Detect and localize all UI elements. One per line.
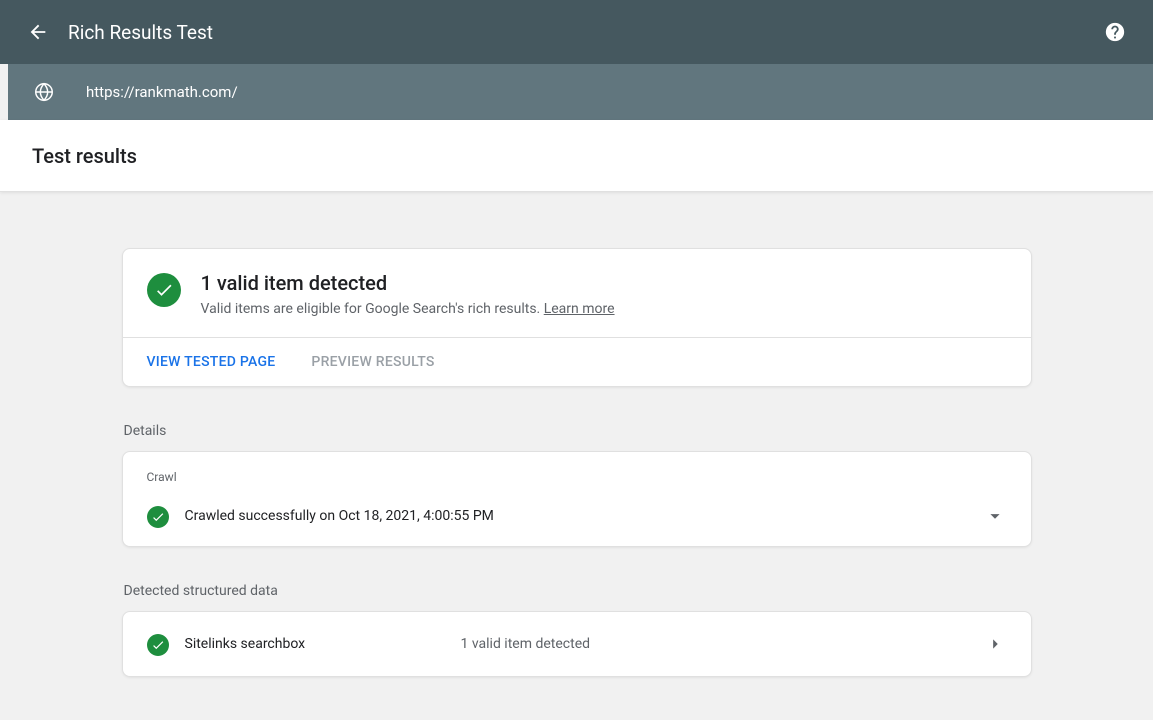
learn-more-link[interactable]: Learn more [544, 301, 615, 317]
crawl-status: Crawled successfully on Oct 18, 2021, 4:… [185, 508, 967, 524]
app-title: Rich Results Test [68, 21, 1095, 44]
help-icon [1104, 21, 1126, 43]
crawl-row[interactable]: Crawled successfully on Oct 18, 2021, 4:… [147, 504, 1007, 528]
check-circle-icon [147, 273, 181, 307]
url-input[interactable] [86, 83, 1133, 101]
tab-test-results[interactable]: Test results [32, 144, 137, 168]
detected-card: Sitelinks searchbox 1 valid item detecte… [122, 611, 1032, 677]
detected-item-name: Sitelinks searchbox [185, 636, 445, 652]
summary-title: 1 valid item detected [201, 271, 615, 295]
arrow-back-icon [27, 21, 49, 43]
view-tested-page-button[interactable]: VIEW TESTED PAGE [147, 354, 276, 370]
summary-actions: VIEW TESTED PAGE PREVIEW RESULTS [123, 337, 1031, 386]
open-button[interactable] [983, 632, 1007, 656]
detected-row[interactable]: Sitelinks searchbox 1 valid item detecte… [123, 612, 1031, 676]
crawl-card: Crawl Crawled successfully on Oct 18, 20… [122, 451, 1032, 547]
app-header: Rich Results Test [0, 0, 1153, 64]
crawl-label: Crawl [147, 470, 1007, 484]
chevron-down-icon [984, 505, 1006, 527]
back-button[interactable] [18, 12, 58, 52]
help-button[interactable] [1095, 12, 1135, 52]
detected-label: Detected structured data [122, 583, 1032, 599]
check-circle-icon [147, 634, 169, 656]
expand-button[interactable] [983, 504, 1007, 528]
detected-item-status: 1 valid item detected [461, 636, 967, 652]
summary-subtitle: Valid items are eligible for Google Sear… [201, 301, 615, 317]
url-bar [8, 64, 1153, 120]
chevron-right-icon [984, 633, 1006, 655]
details-label: Details [122, 423, 1032, 439]
tabs-row: Test results [0, 120, 1153, 192]
preview-results-button: PREVIEW RESULTS [311, 354, 434, 370]
summary-subtitle-text: Valid items are eligible for Google Sear… [201, 301, 544, 317]
check-circle-icon [147, 506, 169, 528]
summary-card: 1 valid item detected Valid items are el… [122, 248, 1032, 387]
summary-text: 1 valid item detected Valid items are el… [201, 271, 615, 317]
globe-icon [28, 76, 60, 108]
content: 1 valid item detected Valid items are el… [0, 192, 1153, 677]
summary-top: 1 valid item detected Valid items are el… [123, 249, 1031, 337]
